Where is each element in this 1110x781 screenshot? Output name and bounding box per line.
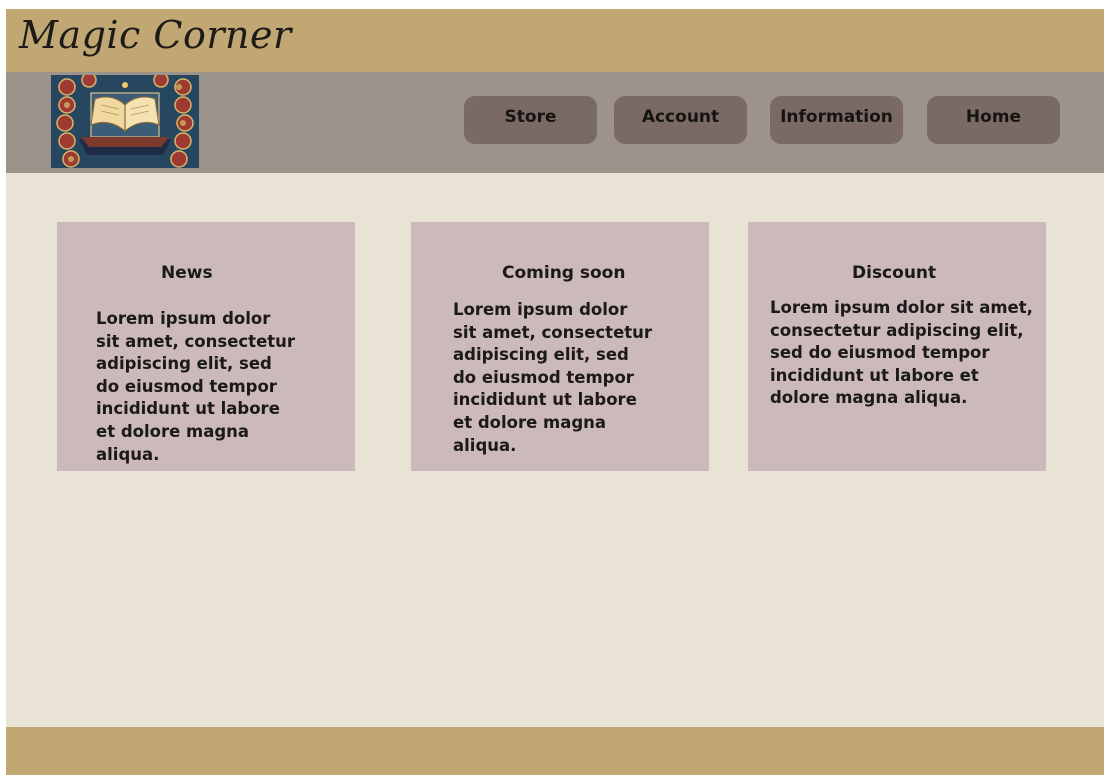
nav-information-button[interactable]: Information — [770, 96, 903, 144]
page: Magic Corner Store Account Information H… — [6, 9, 1104, 775]
nav-account-button[interactable]: Account — [614, 96, 747, 144]
card-title: News — [161, 263, 213, 283]
card-title: Coming soon — [502, 263, 626, 283]
footer-bar — [6, 727, 1104, 775]
brand-title[interactable]: Magic Corner — [19, 13, 292, 57]
nav-bar: Store Account Information Home — [6, 72, 1104, 173]
book-icon — [51, 75, 199, 168]
nav-home-button[interactable]: Home — [927, 96, 1060, 144]
card-title: Discount — [852, 263, 937, 283]
nav-store-button[interactable]: Store — [464, 96, 597, 144]
news-card: News Lorem ipsum dolor sit amet, consect… — [57, 222, 355, 471]
card-text: Lorem ipsum dolor sit amet, consectetur … — [453, 300, 653, 455]
coming-soon-card: Coming soon Lorem ipsum dolor sit amet, … — [411, 222, 709, 471]
header-bar: Magic Corner — [6, 9, 1104, 72]
discount-card: Discount Lorem ipsum dolor sit amet, con… — [748, 222, 1046, 471]
logo-image[interactable] — [51, 75, 199, 168]
card-text: Lorem ipsum dolor sit amet, consectetur … — [770, 298, 1033, 408]
card-text: Lorem ipsum dolor sit amet, consectetur … — [96, 309, 296, 464]
